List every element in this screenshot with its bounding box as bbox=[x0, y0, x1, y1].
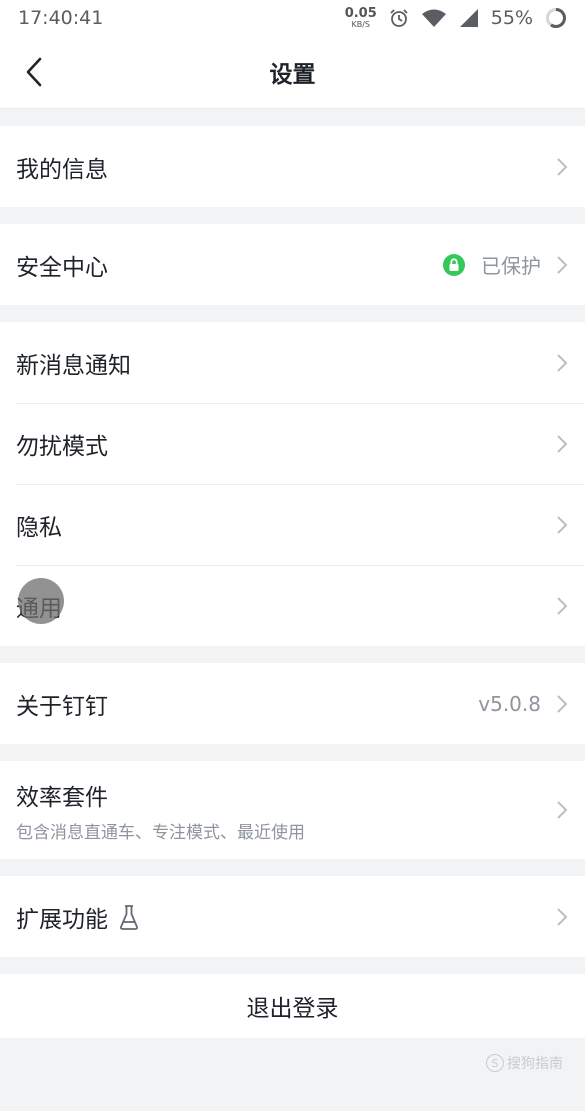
group-extensions: 扩展功能 bbox=[0, 876, 585, 957]
group-about: 关于钉钉 v5.0.8 bbox=[0, 663, 585, 744]
chevron-right-icon bbox=[557, 515, 568, 534]
security-status: 已保护 bbox=[481, 254, 541, 278]
chevron-right-icon bbox=[557, 907, 568, 926]
settings-item-label: 勿扰模式 bbox=[16, 433, 108, 460]
settings-item-description: 包含消息直通车、专注模式、最近使用 bbox=[16, 822, 305, 843]
settings-item-my-info[interactable]: 我的信息 bbox=[0, 126, 585, 207]
touch-indicator bbox=[18, 578, 64, 624]
group-security: 安全中心 已保护 bbox=[0, 224, 585, 305]
net-speed: 0.05 KB/S bbox=[345, 7, 377, 29]
settings-item-do-not-disturb[interactable]: 勿扰模式 bbox=[0, 403, 585, 484]
alarm-icon bbox=[390, 9, 408, 27]
battery-percent: 55% bbox=[490, 7, 533, 29]
page-title: 设置 bbox=[269, 62, 316, 88]
chevron-right-icon bbox=[557, 801, 568, 819]
settings-item-label: 安全中心 bbox=[16, 254, 108, 281]
settings-item-text: 效率套件 包含消息直通车、专注模式、最近使用 bbox=[16, 778, 555, 843]
settings-item-label: 关于钉钉 bbox=[16, 693, 108, 720]
group-efficiency: 效率套件 包含消息直通车、专注模式、最近使用 bbox=[0, 761, 585, 859]
settings-item-label: 效率套件 bbox=[16, 784, 108, 811]
status-bar: 17:40:41 0.05 KB/S 55% bbox=[0, 0, 585, 36]
app-version: v5.0.8 bbox=[478, 691, 541, 716]
battery-ring-icon bbox=[546, 8, 566, 28]
settings-item-about[interactable]: 关于钉钉 v5.0.8 bbox=[0, 663, 585, 744]
settings-item-text: 扩展功能 bbox=[16, 900, 555, 934]
logout-button[interactable]: 退出登录 bbox=[0, 974, 585, 1038]
net-speed-unit: KB/S bbox=[351, 20, 370, 29]
status-icons: 0.05 KB/S 55% bbox=[345, 7, 567, 29]
group-my-info: 我的信息 bbox=[0, 126, 585, 207]
settings-item-privacy[interactable]: 隐私 bbox=[0, 484, 585, 565]
settings-item-general[interactable]: 通用 bbox=[0, 565, 585, 646]
back-arrow-icon bbox=[26, 57, 42, 87]
settings-item-label: 扩展功能 bbox=[16, 906, 108, 933]
chevron-right-icon bbox=[557, 596, 568, 615]
signal-icon bbox=[459, 9, 478, 27]
settings-item-extensions[interactable]: 扩展功能 bbox=[0, 876, 585, 957]
watermark: S 搜狗指南 bbox=[486, 1053, 563, 1073]
settings-item-label: 新消息通知 bbox=[16, 352, 131, 379]
chevron-right-icon bbox=[557, 157, 568, 176]
chevron-right-icon bbox=[557, 255, 568, 274]
settings-item-label: 我的信息 bbox=[16, 156, 108, 183]
watermark-text: 搜狗指南 bbox=[507, 1056, 563, 1072]
nav-bar: 设置 bbox=[0, 36, 585, 109]
wifi-icon bbox=[421, 9, 446, 27]
settings-item-security[interactable]: 安全中心 已保护 bbox=[0, 224, 585, 305]
settings-item-label: 隐私 bbox=[16, 514, 62, 541]
logout-label: 退出登录 bbox=[246, 996, 339, 1022]
status-time: 17:40:41 bbox=[18, 7, 104, 29]
back-button[interactable] bbox=[18, 56, 50, 88]
flask-icon bbox=[120, 904, 138, 930]
settings-item-label: 通用 bbox=[16, 589, 555, 623]
chevron-right-icon bbox=[557, 434, 568, 453]
watermark-logo: S bbox=[486, 1054, 504, 1072]
settings-item-notifications[interactable]: 新消息通知 bbox=[0, 322, 585, 403]
group-preferences: 新消息通知 勿扰模式 隐私 通用 bbox=[0, 322, 585, 646]
chevron-right-icon bbox=[557, 694, 568, 713]
settings-item-efficiency-suite[interactable]: 效率套件 包含消息直通车、专注模式、最近使用 bbox=[0, 761, 585, 859]
net-speed-value: 0.05 bbox=[344, 6, 377, 21]
lock-icon bbox=[443, 253, 465, 276]
chevron-right-icon bbox=[557, 353, 568, 372]
